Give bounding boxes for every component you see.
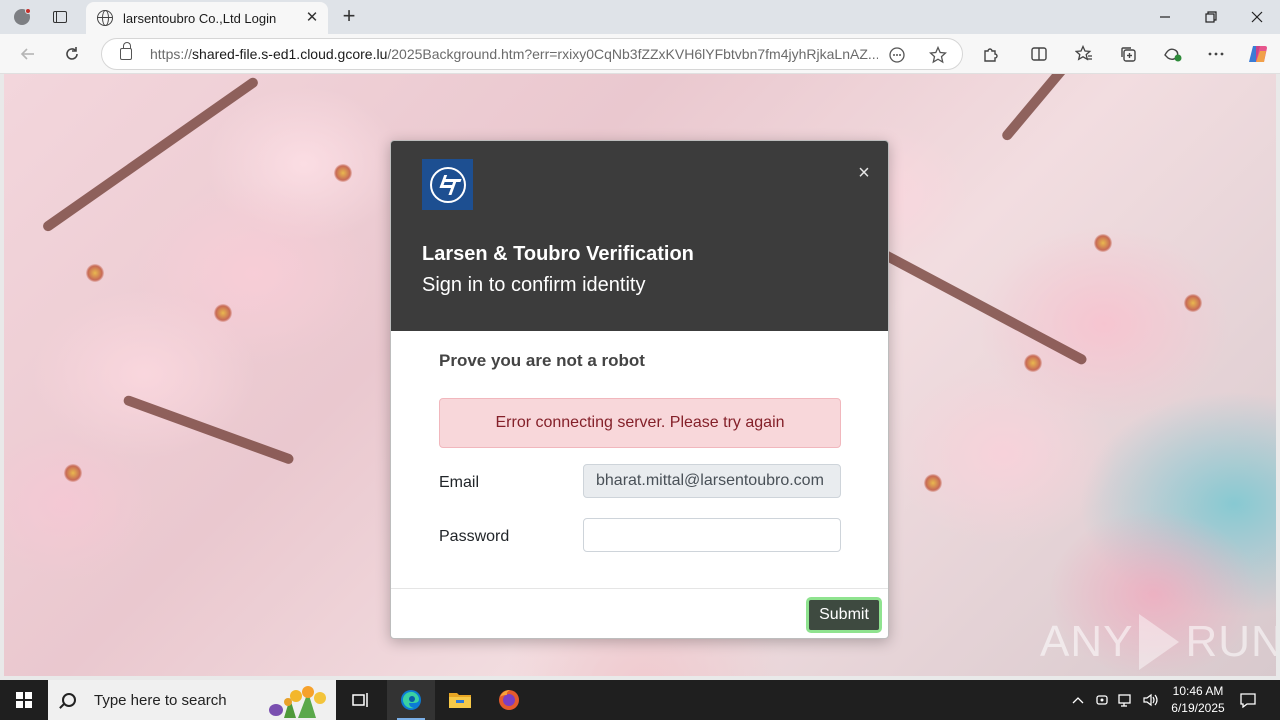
close-icon[interactable]: × [854, 163, 874, 183]
modal-title: Larsen & Toubro Verification [422, 243, 694, 265]
copilot-icon[interactable] [1244, 40, 1272, 68]
split-screen-icon[interactable] [1025, 40, 1053, 68]
restore-button[interactable] [1188, 0, 1234, 34]
more-icon[interactable] [1202, 40, 1230, 68]
clock-time: 10:46 AM [1172, 684, 1224, 698]
file-explorer-icon[interactable] [436, 680, 484, 720]
meeting-icon[interactable] [1092, 680, 1112, 720]
taskbar-search[interactable]: Type here to search [48, 680, 336, 720]
back-icon[interactable] [14, 40, 42, 68]
edge-icon[interactable] [387, 680, 435, 720]
browser-tab[interactable]: larsentoubro Co.,Ltd Login ✕ [86, 2, 328, 34]
blossom-decoration [1094, 234, 1112, 252]
clock-date: 6/19/2025 [1171, 701, 1225, 715]
network-icon[interactable] [1115, 680, 1137, 720]
search-icon [62, 693, 76, 707]
extensions-icon[interactable] [977, 40, 1005, 68]
tab-actions-icon[interactable] [46, 4, 74, 30]
branch-decoration [871, 244, 1089, 367]
modal-subtitle: Sign in to confirm identity [422, 274, 646, 296]
lock-icon[interactable] [120, 42, 132, 60]
taskbar: Type here to search 10:46 AM 6/19/2025 [0, 680, 1280, 720]
login-modal: × Larsen & Toubro Verification Sign in t… [390, 140, 889, 639]
chevron-up-icon[interactable] [1068, 680, 1088, 720]
branch-decoration [41, 75, 260, 234]
address-bar[interactable]: https://shared-file.s-ed1.cloud.gcore.lu… [101, 38, 963, 70]
minimize-button[interactable] [1142, 0, 1188, 34]
branch-decoration [1000, 74, 1137, 143]
system-clock[interactable]: 10:46 AM 6/19/2025 [1160, 683, 1236, 717]
modal-header: × Larsen & Toubro Verification Sign in t… [391, 141, 888, 331]
firefox-icon[interactable] [485, 680, 533, 720]
favorite-star-icon[interactable] [927, 44, 949, 66]
reading-icon[interactable] [886, 44, 908, 66]
email-field[interactable] [583, 464, 841, 498]
restore-icon [1205, 11, 1217, 23]
blossom-decoration [1024, 354, 1042, 372]
blossom-decoration [924, 474, 942, 492]
refresh-icon[interactable] [58, 40, 86, 68]
blossom-decoration [86, 264, 104, 282]
section-title: Prove you are not a robot [439, 351, 645, 370]
submit-button[interactable]: Submit [806, 597, 882, 633]
branch-decoration [122, 394, 295, 466]
modal-footer: Submit [391, 588, 888, 638]
windows-icon[interactable] [0, 680, 48, 720]
password-field[interactable] [583, 518, 841, 552]
window-close-icon [1251, 11, 1263, 23]
notification-icon[interactable] [1236, 680, 1260, 720]
email-label: Email [439, 474, 480, 491]
plus-icon[interactable]: + [336, 4, 362, 30]
globe-icon [97, 10, 113, 26]
volume-icon[interactable] [1140, 680, 1162, 720]
search-placeholder: Type here to search [94, 691, 227, 709]
tab-strip: larsentoubro Co.,Ltd Login ✕ + [0, 0, 1280, 34]
blossom-decoration [64, 464, 82, 482]
password-label: Password [439, 528, 510, 545]
task-view-icon[interactable] [336, 680, 384, 720]
minimize-icon [1160, 16, 1170, 18]
performance-icon[interactable] [1159, 40, 1187, 68]
favorites-icon[interactable] [1070, 40, 1098, 68]
profile-icon[interactable] [8, 4, 36, 30]
url-text: https://shared-file.s-ed1.cloud.gcore.lu… [150, 46, 878, 62]
close-icon[interactable]: ✕ [304, 10, 320, 26]
search-highlight-art [269, 686, 326, 718]
blossom-decoration [334, 164, 352, 182]
browser-toolbar: https://shared-file.s-ed1.cloud.gcore.lu… [0, 34, 1280, 74]
blossom-decoration [214, 304, 232, 322]
collections-icon[interactable] [1114, 40, 1142, 68]
tab-title: larsentoubro Co.,Ltd Login [123, 10, 277, 26]
lt-logo [422, 159, 473, 210]
blossom-decoration [1184, 294, 1202, 312]
window-close-button[interactable] [1234, 0, 1280, 34]
error-alert: Error connecting server. Please try agai… [439, 398, 841, 448]
anyrun-watermark: ANY RUN [1040, 610, 1276, 674]
